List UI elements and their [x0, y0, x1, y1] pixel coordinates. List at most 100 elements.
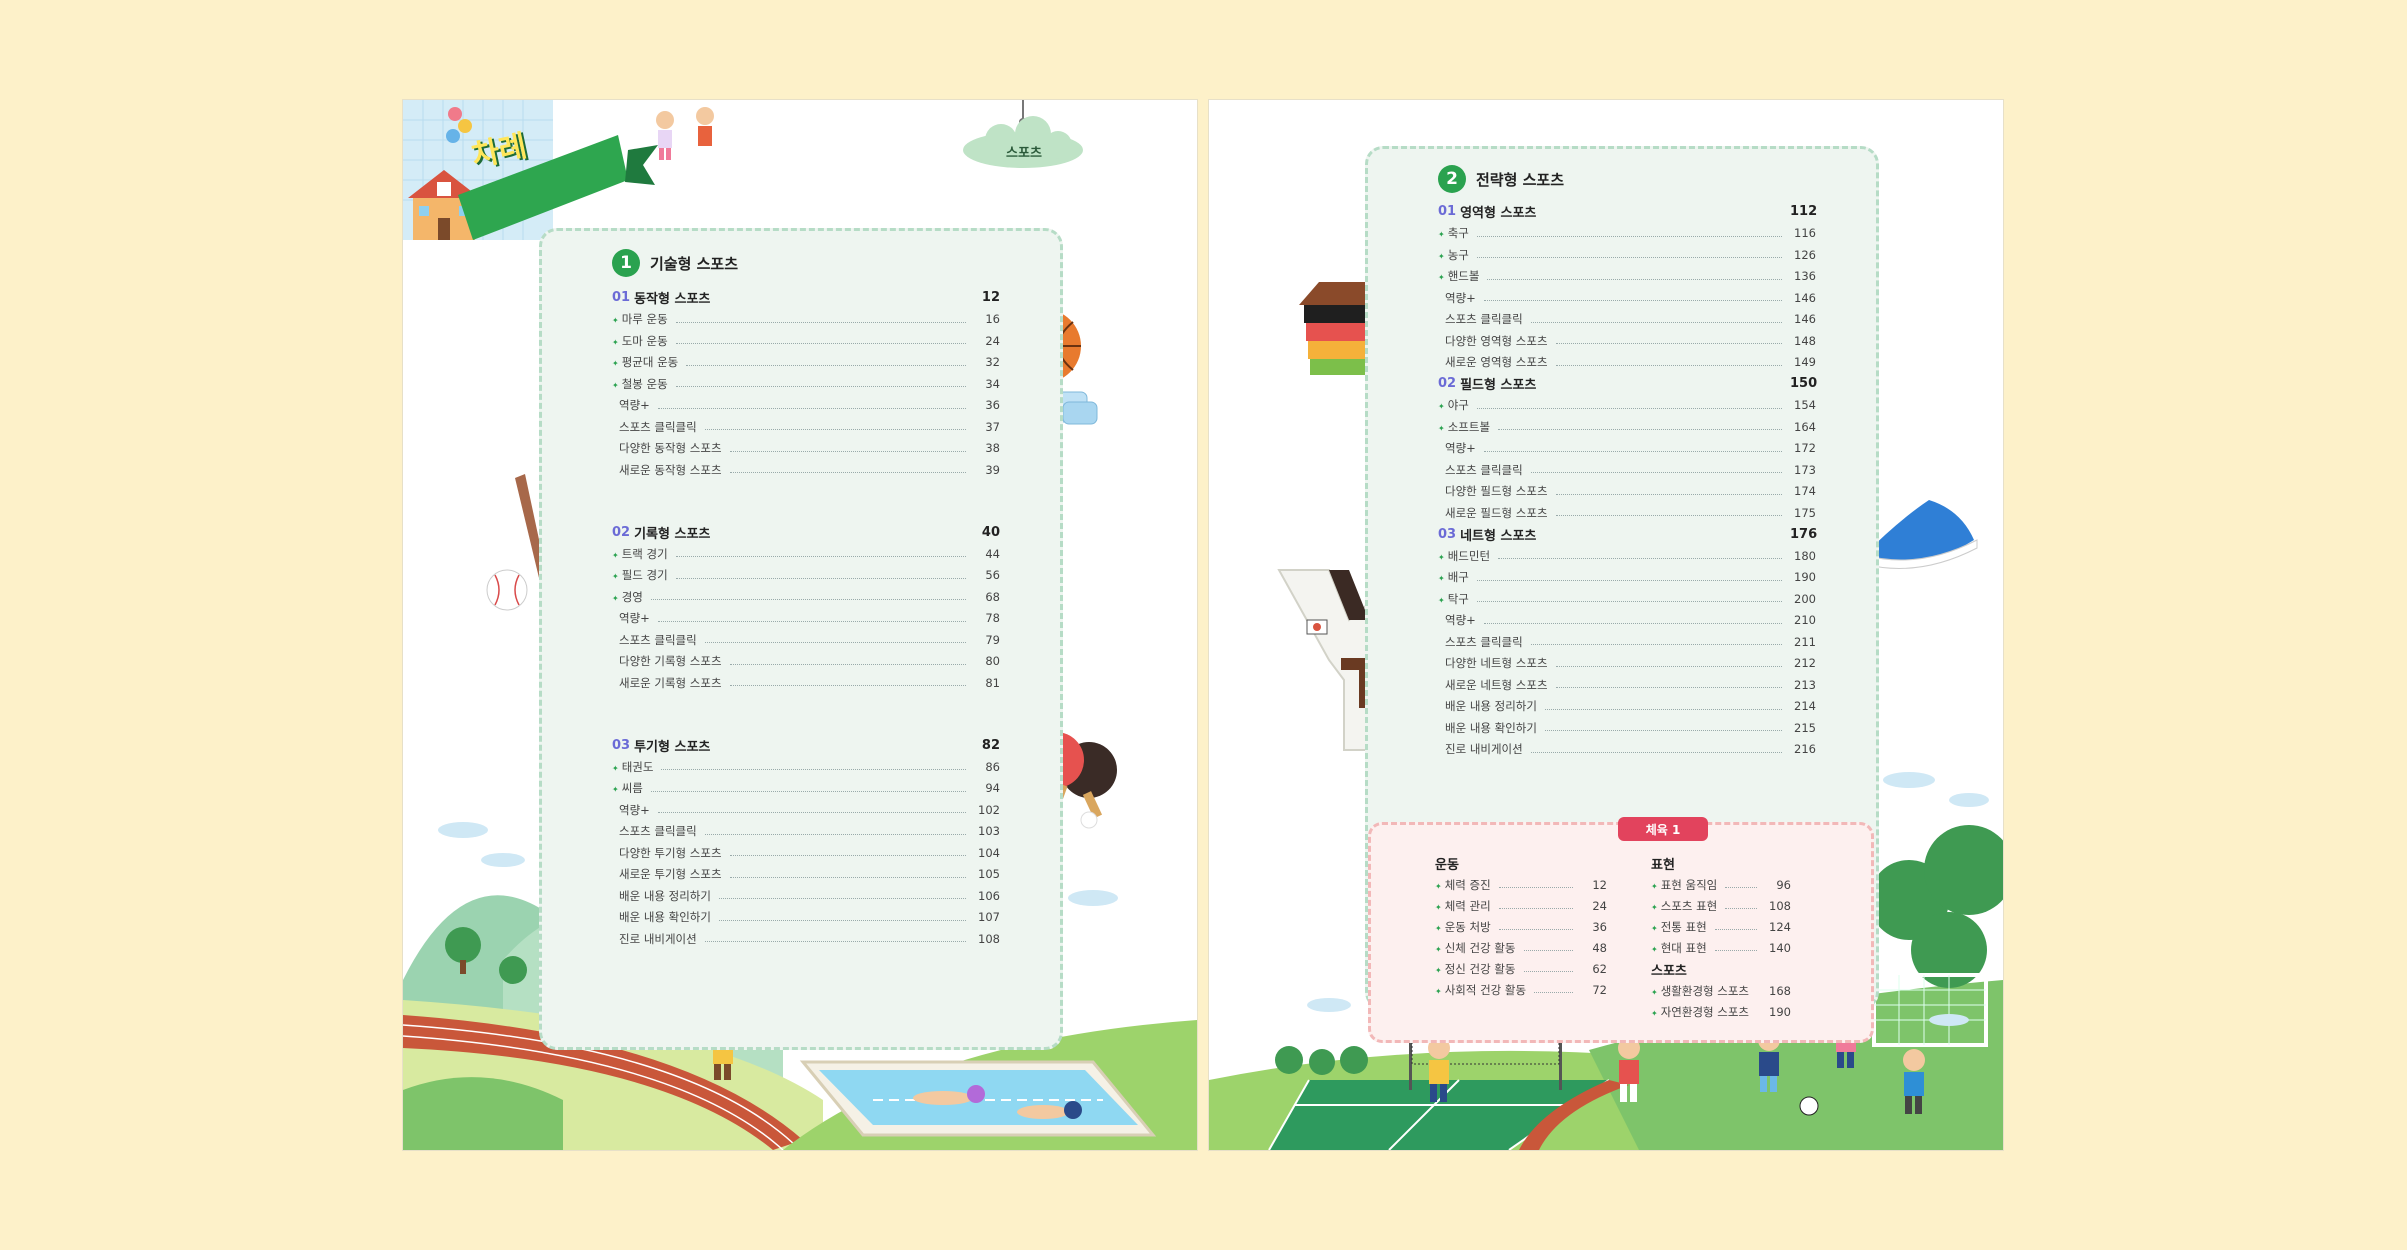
- dot-leader: [1476, 579, 1782, 581]
- toc-entry-row[interactable]: 트랙 경기 44: [612, 543, 1000, 565]
- toc-entry-row[interactable]: 체력 증진 12: [1435, 874, 1607, 895]
- toc-entry-row[interactable]: 경영 68: [612, 586, 1000, 608]
- toc-entry-row[interactable]: 다양한 투기형 스포츠 104: [612, 842, 1000, 864]
- toc-entry-row[interactable]: 새로운 동작형 스포츠 39: [612, 459, 1000, 481]
- toc-chapter-row[interactable]: 01 영역형 스포츠 112: [1438, 201, 1817, 223]
- page-number: 37: [985, 419, 1000, 434]
- toc-chapter-row[interactable]: 02 기록형 스포츠 40: [612, 522, 1000, 544]
- toc-entry-row[interactable]: 새로운 투기형 스포츠 105: [612, 864, 1000, 886]
- toc-entry-row[interactable]: 역량+ 36: [612, 395, 1000, 417]
- section-number-badge: 2: [1438, 165, 1466, 193]
- toc-entry-row[interactable]: 스포츠 클릭클릭 211: [1438, 631, 1816, 653]
- entry-title: 배운 내용 정리하기: [619, 888, 711, 903]
- toc-entry-row[interactable]: 씨름 94: [612, 778, 1000, 800]
- entry-title: 필드형 스포츠: [1460, 378, 1537, 394]
- toc-entry-row[interactable]: 스포츠 표현 108: [1651, 895, 1791, 916]
- toc-entry-row[interactable]: 소프트볼 164: [1438, 416, 1816, 438]
- toc-entry-row[interactable]: 스포츠 클릭클릭 37: [612, 416, 1000, 438]
- toc-entry-row[interactable]: 필드 경기 56: [612, 565, 1000, 587]
- toc-entry-row[interactable]: 배구 190: [1438, 567, 1816, 589]
- dot-leader: [1555, 493, 1782, 495]
- column-heading: 스포츠: [1651, 963, 1687, 979]
- entry-title: 진로 내비게이션: [619, 931, 697, 946]
- toc-entry-row[interactable]: 핸드볼 136: [1438, 266, 1816, 288]
- entry-title: 스포츠 표현: [1651, 898, 1718, 914]
- entry-title: 역량+: [1445, 441, 1476, 456]
- page-number: 168: [1769, 983, 1791, 998]
- toc-entry-row[interactable]: 배운 내용 확인하기 107: [612, 907, 1000, 929]
- toc-entry-row[interactable]: 마루 운동 16: [612, 309, 1000, 331]
- toc-entry-row[interactable]: 철봉 운동 34: [612, 373, 1000, 395]
- toc-entry-row[interactable]: 다양한 네트형 스포츠 212: [1438, 653, 1816, 675]
- page-number: 108: [978, 931, 1000, 946]
- toc-entry-row[interactable]: 탁구 200: [1438, 588, 1816, 610]
- toc-list: 01동작형 스포츠 12 마루 운동 16 도마 운동 24 평균대 운동 32 철봉 운동 34…: [612, 287, 1000, 950]
- toc-entry-row[interactable]: 도마 운동 24: [612, 330, 1000, 352]
- toc-entry-row[interactable]: 축구 116: [1438, 223, 1816, 245]
- page-number: 213: [1794, 677, 1816, 692]
- toc-entry-row[interactable]: 신체 건강 활동 48: [1435, 937, 1607, 958]
- toc-chapter-row[interactable]: 02 필드형 스포츠 150: [1438, 373, 1817, 395]
- toc-entry-row[interactable]: 다양한 필드형 스포츠 174: [1438, 481, 1816, 503]
- toc-entry-row[interactable]: 새로운 필드형 스포츠 175: [1438, 502, 1816, 524]
- toc-entry-row[interactable]: 스포츠 클릭클릭 146: [1438, 309, 1816, 331]
- toc-entry-row[interactable]: 배운 내용 확인하기 215: [1438, 717, 1816, 739]
- toc-chapter-row[interactable]: 03 네트형 스포츠 176: [1438, 524, 1817, 546]
- page-number: 106: [978, 888, 1000, 903]
- toc-entry-row[interactable]: 전통 표현 124: [1651, 916, 1791, 937]
- toc-entry-row[interactable]: 역량+ 78: [612, 608, 1000, 630]
- toc-entry-row[interactable]: 역량+ 172: [1438, 438, 1816, 460]
- toc-entry-row[interactable]: 정신 건강 활동 62: [1435, 958, 1607, 979]
- toc-entry-row[interactable]: 새로운 영역형 스포츠 149: [1438, 352, 1816, 374]
- page-number: 215: [1794, 720, 1816, 735]
- column-heading: 운동: [1435, 857, 1459, 873]
- toc-entry-row[interactable]: 진로 내비게이션 108: [612, 928, 1000, 950]
- toc-chapter-row[interactable]: 01 동작형 스포츠 12: [612, 287, 1000, 309]
- toc-entry-row[interactable]: 태권도 86: [612, 756, 1000, 778]
- toc-entry-row[interactable]: 배드민턴 180: [1438, 545, 1816, 567]
- chapter-number: 01: [1438, 204, 1457, 220]
- toc-entry-row[interactable]: 배운 내용 정리하기 214: [1438, 696, 1816, 718]
- toc-entry-row[interactable]: 역량+ 210: [1438, 610, 1816, 632]
- toc-entry-row[interactable]: 운동 처방 36: [1435, 916, 1607, 937]
- toc-entry-row[interactable]: 야구 154: [1438, 395, 1816, 417]
- toc-entry-row[interactable]: 역량+ 102: [612, 799, 1000, 821]
- toc-entry-row[interactable]: 역량+ 146: [1438, 287, 1816, 309]
- dot-leader: [1523, 971, 1573, 972]
- toc-entry-row[interactable]: 새로운 기록형 스포츠 81: [612, 672, 1000, 694]
- entry-title: 평균대 운동: [612, 354, 679, 370]
- dot-leader: [675, 386, 966, 388]
- page-number: 172: [1794, 441, 1816, 456]
- toc-entry-row[interactable]: 체력 관리 24: [1435, 895, 1607, 916]
- toc-entry-row[interactable]: 스포츠 클릭클릭 103: [612, 821, 1000, 843]
- toc-entry-row[interactable]: 표현 움직임 96: [1651, 874, 1791, 895]
- toc-entry-row[interactable]: 새로운 네트형 스포츠 213: [1438, 674, 1816, 696]
- pe1-column-expression: 표현 표현 움직임 96 스포츠 표현 108 전통 표현 124 현대 표현 140 스포츠…: [1651, 852, 1791, 1022]
- dot-leader: [704, 833, 966, 835]
- entry-title: 철봉 운동: [612, 376, 668, 392]
- entry-title: 스포츠 클릭클릭: [619, 824, 697, 839]
- page-number: 56: [985, 568, 1000, 583]
- toc-entry-row[interactable]: 다양한 동작형 스포츠 38: [612, 438, 1000, 460]
- toc-entry-row[interactable]: 사회적 건강 활동 72: [1435, 979, 1607, 1000]
- toc-entry-row[interactable]: 다양한 기록형 스포츠 80: [612, 651, 1000, 673]
- toc-chapter-row[interactable]: 03 투기형 스포츠 82: [612, 735, 1000, 757]
- toc-entry-row[interactable]: 현대 표현 140: [1651, 937, 1791, 958]
- toc-entry-row[interactable]: 생활환경형 스포츠 168: [1651, 980, 1791, 1001]
- toc-entry-row[interactable]: 스포츠 클릭클릭 173: [1438, 459, 1816, 481]
- toc-entry-row[interactable]: 농구 126: [1438, 244, 1816, 266]
- toc-entry-row[interactable]: 스포츠 클릭클릭 79: [612, 629, 1000, 651]
- toc-entry-row[interactable]: 진로 내비게이션 216: [1438, 739, 1816, 761]
- dot-leader: [1483, 450, 1782, 452]
- toc-entry-row[interactable]: 배운 내용 정리하기 106: [612, 885, 1000, 907]
- page-number: 103: [978, 824, 1000, 839]
- column-list: 체력 증진 12 체력 관리 24 운동 처방 36 신체 건강 활동 48 정신 건강 활동 6…: [1435, 874, 1607, 1000]
- entry-title: 사회적 건강 활동: [1435, 982, 1526, 998]
- entry-title: 운동 처방: [1435, 919, 1491, 935]
- toc-entry-row[interactable]: 자연환경형 스포츠 190: [1651, 1001, 1791, 1022]
- toc-entry-row[interactable]: 평균대 운동 32: [612, 352, 1000, 374]
- page-number: 140: [1769, 940, 1791, 955]
- cheering-kids: [656, 107, 714, 160]
- toc-entry-row[interactable]: 다양한 영역형 스포츠 148: [1438, 330, 1816, 352]
